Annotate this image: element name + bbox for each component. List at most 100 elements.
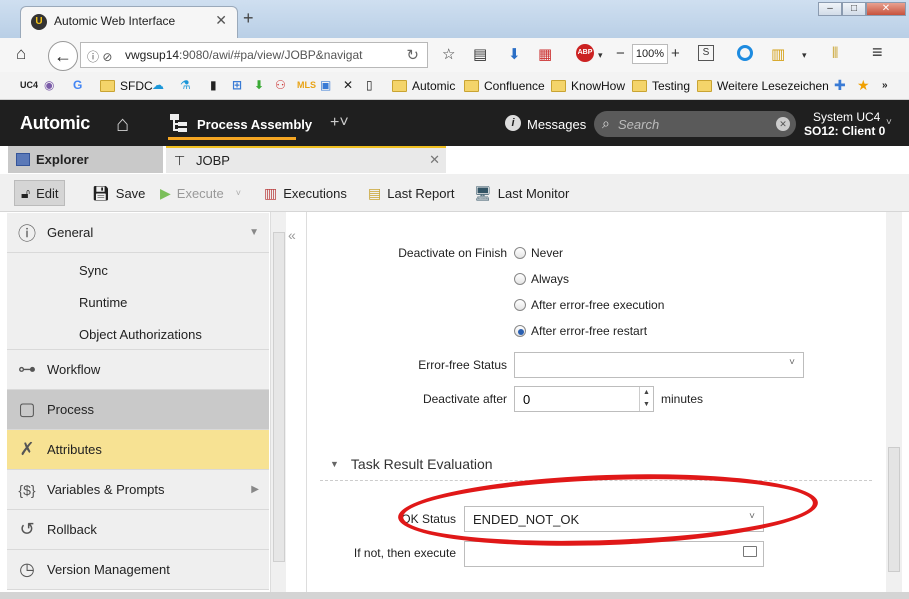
variables-icon: {$} [18, 481, 36, 498]
radio-circle[interactable] [514, 273, 526, 285]
radio-circle-selected[interactable] [514, 325, 526, 337]
zoom-in-icon[interactable]: + [671, 45, 680, 62]
uc4-bookmark-icon[interactable]: UC4 [20, 80, 38, 90]
sidebar-subitem-runtime[interactable]: Runtime [79, 295, 127, 310]
collapse-section-icon[interactable]: ▼ [330, 459, 339, 469]
eye-bookmark-icon[interactable]: ◉ [44, 78, 54, 92]
sidebar-scrollbar-thumb[interactable] [273, 232, 285, 562]
bookmark-confluence[interactable]: Confluence [464, 79, 545, 93]
radio-never[interactable]: Never [514, 246, 563, 260]
zoom-level[interactable]: 100% [632, 44, 668, 64]
edit-button[interactable]: 🔓︎ Edit [14, 180, 66, 206]
save-button[interactable]: 💾︎ Save [86, 180, 151, 206]
execute-dropdown-icon[interactable]: ˅ [236, 188, 241, 198]
sidebar-item-general[interactable]: ⓘ General ▼ [7, 213, 269, 253]
shop-bookmark-icon[interactable]: ▣ [320, 78, 331, 92]
download-bookmark-icon[interactable]: ⬇ [254, 78, 264, 92]
mls-bookmark-icon[interactable]: MLS [297, 80, 316, 90]
if-not-execute-field[interactable] [464, 541, 764, 567]
browser-tab[interactable]: U Automic Web Interface ✕ [20, 6, 238, 38]
hamburger-menu-icon[interactable]: ≡ [872, 42, 883, 63]
site-info-icon[interactable]: ⓘ ⊘ [87, 48, 112, 65]
salesforce-cloud-icon[interactable]: ☁ [152, 78, 164, 92]
library-icon[interactable]: ⫴ [832, 45, 838, 62]
extension-menu-chevron-icon[interactable]: ▾ [802, 50, 807, 61]
sidebar-subitem-object-authorizations[interactable]: Object Authorizations [79, 327, 202, 342]
radio-circle[interactable] [514, 247, 526, 259]
messages-link[interactable]: Messages [527, 117, 586, 132]
overflow-chevron-icon[interactable]: » [882, 80, 888, 91]
sidebar-item-process[interactable]: ▢ Process [7, 390, 269, 430]
maximize-icon[interactable]: □ [842, 2, 866, 16]
star-icon[interactable]: ★ [857, 77, 870, 94]
home-icon[interactable]: ⌂ [16, 44, 26, 64]
zoom-out-icon[interactable]: − [616, 45, 625, 62]
chevron-down-icon[interactable]: ▾ [598, 50, 603, 61]
bookmark-sfdc[interactable]: SFDC [100, 79, 153, 93]
last-report-button[interactable]: ▤ Last Report [362, 180, 460, 206]
clear-search-icon[interactable]: ✕ [776, 117, 790, 131]
search-input[interactable] [618, 115, 768, 133]
deactivate-after-input[interactable] [523, 392, 633, 407]
sidebar-item-rollback[interactable]: ↺ Rollback [7, 510, 269, 550]
user-menu-chevron-icon[interactable]: ˅ [886, 117, 892, 128]
last-monitor-button[interactable]: 🖥︎ Last Monitor [468, 180, 575, 206]
window-close-icon[interactable]: ✕ [866, 2, 906, 16]
sidebar-item-workflow[interactable]: ⊶ Workflow [7, 350, 269, 390]
sidebar-item-version-management[interactable]: ◷ Version Management [7, 550, 269, 590]
screenshot-icon[interactable]: S [698, 45, 714, 61]
reload-icon[interactable]: ↻ [406, 46, 419, 64]
colorful-extension-icon[interactable]: ▥ [771, 45, 785, 63]
radio-after-error-free-execution[interactable]: After error-free execution [514, 298, 664, 312]
adblock-icon[interactable]: ABP [576, 44, 594, 62]
new-tab-icon[interactable]: + [243, 8, 254, 29]
error-free-status-select[interactable]: ˅ [514, 352, 804, 378]
people-bookmark-icon[interactable]: ⚇ [275, 78, 286, 92]
puzzle-icon[interactable]: ✚ [834, 77, 846, 94]
bookmark-automic[interactable]: Automic [392, 79, 455, 93]
perspective-process-assembly[interactable]: Process Assembly [197, 117, 312, 132]
add-perspective-icon[interactable]: +˅ [330, 114, 349, 132]
radio-after-error-free-restart[interactable]: After error-free restart [514, 324, 647, 338]
sidebar-scrollbar[interactable] [270, 212, 286, 592]
cross-bookmark-icon[interactable]: ✕ [343, 78, 353, 92]
extension-counter-icon[interactable]: ▦ [538, 45, 552, 63]
bookmark-testing[interactable]: Testing [632, 79, 690, 93]
main-scrollbar-thumb[interactable] [888, 447, 900, 572]
main-scrollbar[interactable] [886, 212, 902, 592]
folder-browse-icon[interactable] [743, 546, 757, 557]
reader-icon[interactable]: ▤ [473, 45, 487, 63]
close-jobp-tab-icon[interactable]: ✕ [429, 152, 440, 168]
funnel-bookmark-icon[interactable]: ⚗ [180, 78, 191, 92]
error-free-status-label: Error-free Status [418, 358, 507, 372]
google-bookmark-icon[interactable]: G [73, 78, 82, 92]
radio-circle[interactable] [514, 299, 526, 311]
sidebar-item-variables[interactable]: {$} Variables & Prompts ▶ [7, 470, 269, 510]
executions-button[interactable]: ▥ Executions [258, 180, 353, 206]
tab-jobp[interactable]: ⊤ JOBP ✕ [166, 146, 446, 173]
app-home-icon[interactable]: ⌂ [116, 111, 129, 137]
circle-extension-icon[interactable] [737, 45, 753, 61]
chart-bookmark-icon[interactable]: ▯ [366, 78, 373, 92]
sitemap-bookmark-icon[interactable]: ⊞ [232, 78, 242, 92]
deactivate-after-stepper[interactable]: ▲▼ [514, 386, 654, 412]
download-icon[interactable]: ⬇ [508, 45, 521, 63]
minimize-icon[interactable]: – [818, 2, 842, 16]
close-tab-icon[interactable]: ✕ [215, 12, 227, 29]
url-bar[interactable]: ⓘ ⊘ vwgsup14:9080/awi/#pa/view/JOBP&navi… [80, 42, 428, 68]
tab-explorer[interactable]: Explorer [8, 146, 163, 173]
stepper-up-icon[interactable]: ▲ [640, 387, 653, 399]
sidebar-item-attributes[interactable]: ✗ Attributes [7, 430, 269, 470]
bookmark-star-icon[interactable]: ☆ [442, 45, 455, 63]
dark-book-icon[interactable]: ▮ [210, 78, 217, 92]
stepper-down-icon[interactable]: ▼ [640, 399, 653, 411]
collapse-sidebar-icon[interactable]: « [288, 227, 296, 243]
radio-always[interactable]: Always [514, 272, 569, 286]
section-task-result-evaluation[interactable]: ▼ Task Result Evaluation [330, 456, 493, 472]
sidebar-subitem-sync[interactable]: Sync [79, 263, 108, 278]
messages-info-icon[interactable]: i [505, 115, 521, 131]
execute-button[interactable]: ▶ Execute ˅ [154, 180, 247, 206]
bookmark-knowhow[interactable]: KnowHow [551, 79, 625, 93]
bookmark-more[interactable]: Weitere Lesezeichen [697, 79, 829, 93]
back-icon[interactable]: ← [48, 41, 78, 71]
